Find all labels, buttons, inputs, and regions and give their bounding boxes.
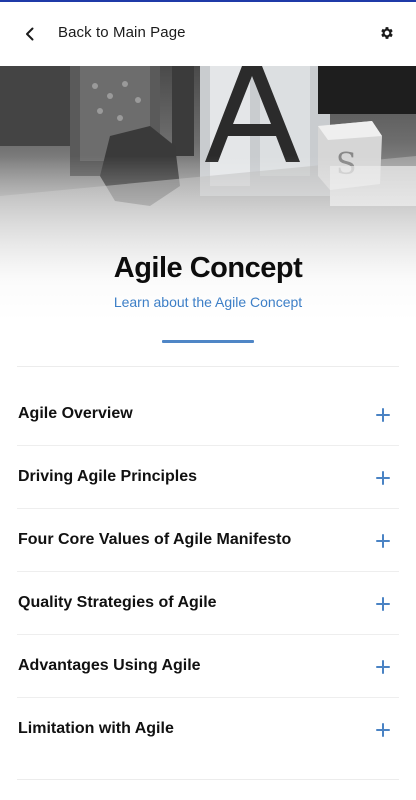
accordion-item-label: Agile Overview	[18, 405, 133, 422]
accordion-item-driving-principles[interactable]: Driving Agile Principles	[0, 446, 416, 509]
hero-banner: S Agile Concept Learn about the Agile Co…	[0, 66, 416, 366]
accordion-item-limitation[interactable]: Limitation with Agile	[0, 698, 416, 761]
section-divider	[17, 366, 399, 367]
accordion-item-core-values[interactable]: Four Core Values of Agile Manifesto	[0, 509, 416, 572]
accordion-item-label: Advantages Using Agile	[18, 657, 201, 674]
accordion-item-quality-strategies[interactable]: Quality Strategies of Agile	[0, 572, 416, 635]
accordion-item-label: Limitation with Agile	[18, 720, 174, 737]
chevron-left-icon[interactable]	[18, 22, 42, 46]
gear-icon[interactable]	[376, 22, 398, 44]
page-subtitle: Learn about the Agile Concept	[113, 294, 303, 310]
plus-icon[interactable]	[375, 470, 391, 486]
back-to-main-link[interactable]: Back to Main Page	[58, 24, 186, 41]
accordion-item-label: Quality Strategies of Agile	[18, 594, 217, 611]
hero-fade-overlay	[0, 66, 416, 366]
app-header: Back to Main Page	[0, 2, 416, 66]
plus-icon[interactable]	[375, 533, 391, 549]
plus-icon[interactable]	[375, 407, 391, 423]
topic-accordion: Agile Overview Driving Agile Principles …	[0, 383, 416, 761]
plus-icon[interactable]	[375, 659, 391, 675]
plus-icon[interactable]	[375, 596, 391, 612]
accordion-item-label: Driving Agile Principles	[18, 468, 198, 485]
plus-icon[interactable]	[375, 722, 391, 738]
title-underline	[162, 340, 254, 343]
accordion-item-advantages[interactable]: Advantages Using Agile	[0, 635, 416, 698]
bottom-divider	[17, 779, 399, 780]
page-title: Agile Concept	[113, 252, 303, 284]
accordion-item-agile-overview[interactable]: Agile Overview	[0, 383, 416, 446]
accordion-item-label: Four Core Values of Agile Manifesto	[18, 531, 292, 548]
